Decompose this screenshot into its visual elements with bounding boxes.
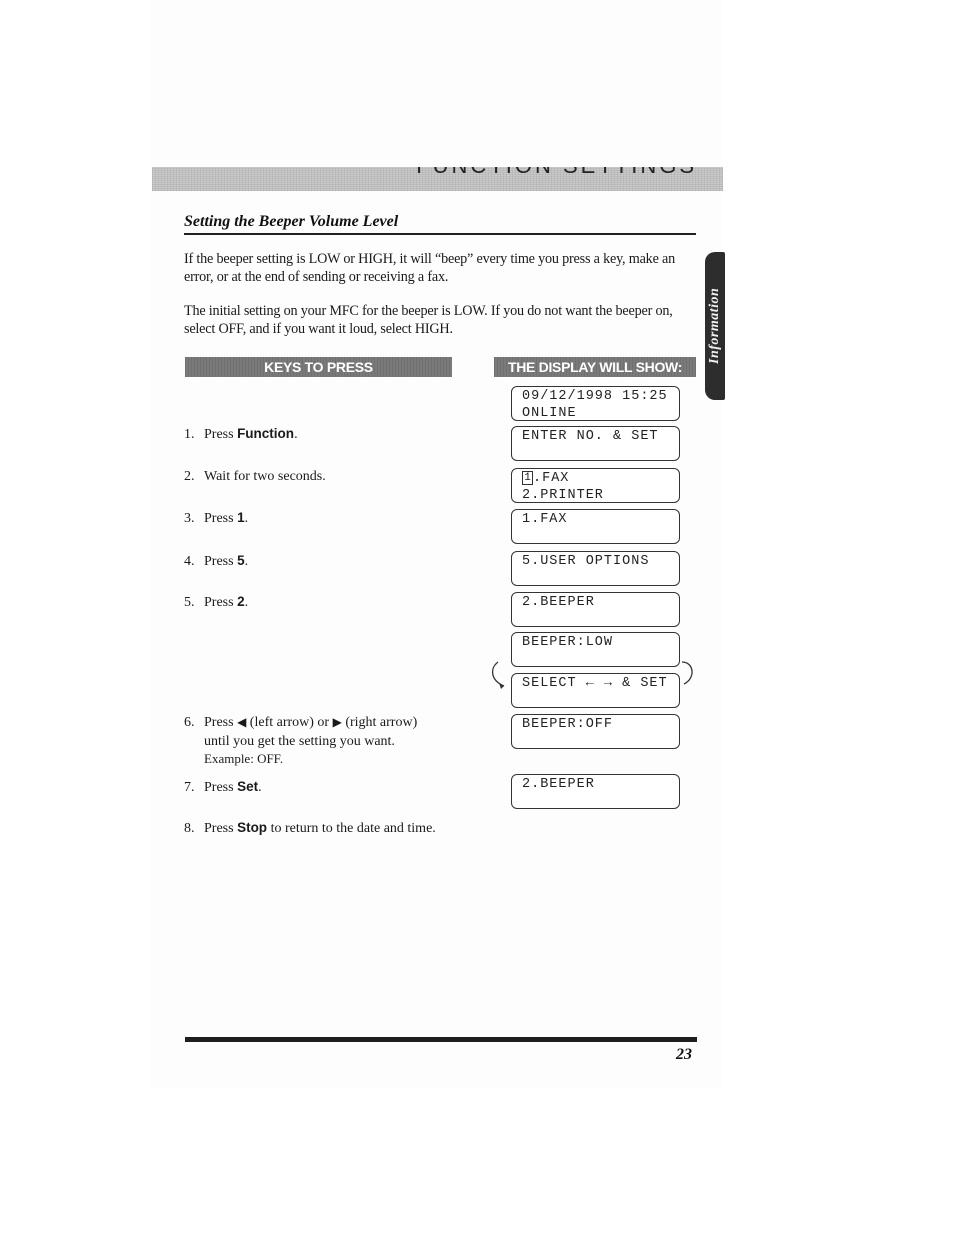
lcd-display: 2.BEEPER: [511, 592, 680, 627]
chapter-side-tab: Information: [705, 252, 725, 400]
step-6: 6. Press ◀ (left arrow) or ▶ (right arrow…: [184, 713, 474, 767]
lcd-display: 5.USER OPTIONS: [511, 551, 680, 586]
scanned-page: [150, 0, 722, 1088]
lcd-display: 1 .FAX 2.PRINTER: [511, 468, 680, 503]
loop-arrow-right-icon: [681, 661, 693, 685]
key-function: Function: [237, 426, 295, 441]
left-arrow-key-icon: ◀: [237, 715, 247, 729]
side-tab-label: Information: [707, 287, 722, 365]
step-1: 1. Press Function.: [184, 426, 298, 442]
intro-paragraph: If the beeper setting is LOW or HIGH, it…: [184, 251, 676, 285]
step-4: 4. Press 5.: [184, 553, 249, 569]
lcd-display: 1.FAX: [511, 509, 680, 544]
footer-rule: [185, 1037, 697, 1042]
step-2: 2. Wait for two seconds.: [184, 469, 326, 484]
example-text: Example: OFF.: [204, 751, 284, 766]
right-arrow-key-icon: ▶: [332, 715, 342, 729]
title-underline: [184, 233, 696, 235]
chapter-header-band: FUNCTION SETTINGS: [152, 167, 723, 191]
section-title: Setting the Beeper Volume Level: [184, 213, 399, 230]
lcd-display: SELECT ← → & SET: [511, 673, 680, 708]
key-5: 5: [237, 553, 245, 568]
key-set: Set: [237, 779, 259, 794]
key-2: 2: [237, 594, 245, 609]
lcd-display: 09/12/1998 15:25 ONLINE: [511, 386, 680, 421]
chapter-header-text: FUNCTION SETTINGS: [416, 167, 697, 179]
lcd-display: BEEPER:OFF: [511, 714, 680, 749]
page-number: 23: [676, 1046, 692, 1063]
initial-setting-paragraph: The initial setting on your MFC for the …: [184, 303, 673, 337]
key-stop: Stop: [237, 820, 268, 835]
step-5: 5. Press 2.: [184, 594, 249, 610]
loop-arrow-left-icon: [492, 661, 505, 689]
lcd-display: BEEPER:LOW: [511, 632, 680, 667]
cursor-box: 1: [522, 471, 533, 485]
lcd-display: 2.BEEPER: [511, 774, 680, 809]
lcd-display: ENTER NO. & SET: [511, 426, 680, 461]
step-7: 7. Press Set.: [184, 779, 262, 795]
keys-to-press-header: KEYS TO PRESS: [185, 357, 452, 377]
display-will-show-header: THE DISPLAY WILL SHOW:: [494, 357, 696, 377]
step-8: 8. Press Stop to return to the date and t…: [184, 820, 436, 836]
step-3: 3. Press 1.: [184, 510, 249, 526]
key-1: 1: [237, 510, 245, 525]
